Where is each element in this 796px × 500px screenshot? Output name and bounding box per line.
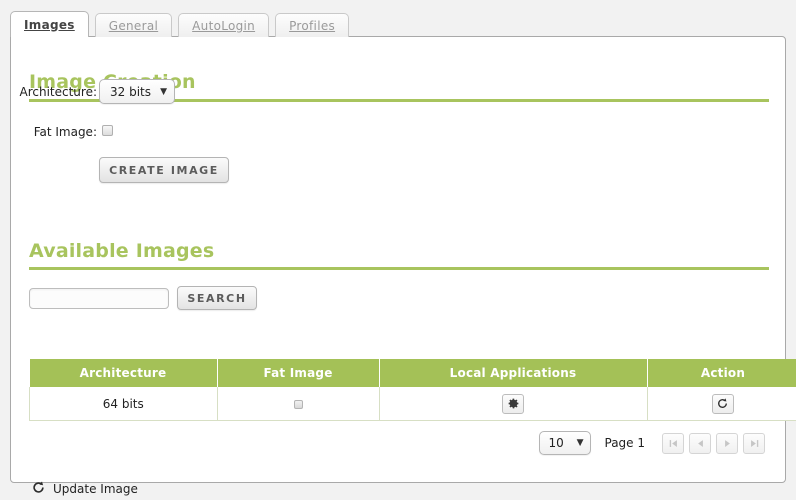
chevron-down-icon: ▼	[569, 438, 584, 448]
architecture-select-value: 32 bits	[110, 85, 151, 99]
available-images-title: Available Images	[29, 240, 214, 262]
next-page-button[interactable]	[716, 433, 738, 454]
architecture-label: Architecture:	[19, 85, 97, 99]
tab-bar: Images General AutoLogin Profiles	[10, 11, 355, 37]
tab-autologin-label: AutoLogin	[192, 19, 255, 33]
table-row: 64 bits	[30, 387, 796, 421]
previous-page-button[interactable]	[689, 433, 711, 454]
page-size-value: 10	[549, 436, 564, 450]
cell-architecture: 64 bits	[30, 387, 218, 421]
tab-general-label: General	[109, 19, 158, 33]
search-input[interactable]	[29, 288, 169, 309]
column-header-fat-image: Fat Image	[217, 359, 379, 387]
refresh-icon[interactable]	[712, 394, 734, 414]
page-size-select[interactable]: 10 ▼	[539, 431, 591, 455]
tab-profiles-label: Profiles	[289, 19, 335, 33]
row-fat-image-checkbox[interactable]	[294, 400, 303, 409]
last-page-button[interactable]	[743, 433, 765, 454]
fat-image-checkbox[interactable]	[102, 125, 113, 136]
images-table: Architecture Fat Image Local Application…	[29, 359, 796, 421]
column-header-architecture: Architecture	[30, 359, 218, 387]
fat-image-label: Fat Image:	[19, 125, 97, 139]
search-button[interactable]: SEARCH	[177, 286, 257, 310]
cell-fat-image	[217, 387, 379, 421]
cell-local-applications	[379, 387, 647, 421]
update-image-label: Update Image	[53, 482, 138, 496]
cell-action	[647, 387, 796, 421]
available-images-divider	[29, 267, 769, 270]
tab-images[interactable]: Images	[10, 11, 89, 37]
first-page-button[interactable]	[662, 433, 684, 454]
update-image-legend: Update Image	[31, 480, 138, 498]
tab-general[interactable]: General	[95, 13, 172, 37]
tab-profiles[interactable]: Profiles	[275, 13, 349, 37]
tab-autologin[interactable]: AutoLogin	[178, 13, 269, 37]
chevron-down-icon: ▼	[152, 87, 167, 97]
create-image-button[interactable]: CREATE IMAGE	[99, 157, 229, 183]
table-header-row: Architecture Fat Image Local Application…	[30, 359, 796, 387]
images-panel: Image Creation Architecture: 32 bits ▼ F…	[10, 36, 786, 483]
refresh-icon	[31, 480, 46, 498]
gear-icon[interactable]	[502, 394, 524, 414]
column-header-action: Action	[647, 359, 796, 387]
tab-images-label: Images	[24, 18, 75, 32]
column-header-local-applications: Local Applications	[379, 359, 647, 387]
architecture-select[interactable]: 32 bits ▼	[99, 79, 175, 104]
pagination: 10 ▼ Page 1	[539, 431, 766, 455]
page-indicator: Page 1	[605, 436, 646, 450]
